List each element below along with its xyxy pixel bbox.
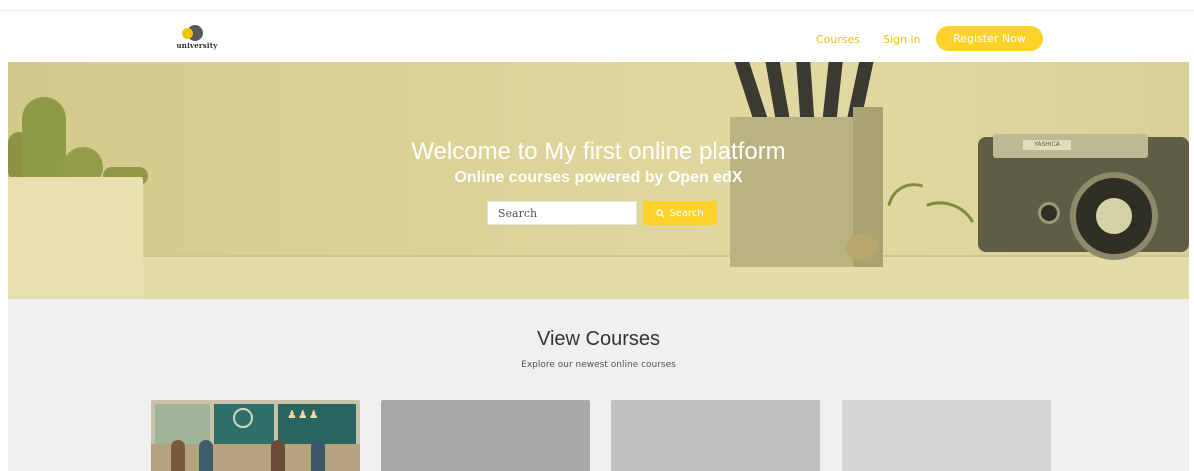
- search-icon: [656, 208, 665, 218]
- course-card[interactable]: [611, 400, 820, 471]
- logo-wordmark: university: [176, 41, 218, 50]
- hero-shelf: [8, 257, 1189, 299]
- course-thumbnail-art: [155, 404, 210, 444]
- search-button[interactable]: Search: [643, 201, 717, 225]
- nav-signin-link[interactable]: Sign in: [883, 33, 921, 46]
- site-logo[interactable]: university: [171, 22, 223, 54]
- search-input[interactable]: Search: [487, 201, 637, 225]
- hero-subtitle: Online courses powered by Open edX: [454, 169, 743, 186]
- camera-lens-decoration: [1090, 192, 1138, 240]
- course-card[interactable]: [842, 400, 1051, 471]
- plant-pot-decoration: [8, 177, 143, 299]
- hero-title: Welcome to My first online platform: [411, 138, 786, 165]
- course-card[interactable]: [381, 400, 590, 471]
- register-now-button[interactable]: Register Now: [936, 26, 1043, 51]
- search-button-label: Search: [669, 207, 704, 219]
- people-icon: ♟♟♟: [287, 408, 320, 421]
- logo-mark-yellow: [182, 28, 193, 39]
- person-figure: [311, 440, 325, 471]
- search-input-placeholder: Search: [498, 206, 538, 220]
- air-plant-bulb-decoration: [846, 234, 878, 260]
- person-figure: [199, 440, 213, 471]
- clock-icon: [233, 408, 253, 428]
- course-card[interactable]: ♟♟♟: [151, 400, 360, 471]
- person-figure: [171, 440, 185, 471]
- site-header: university Courses Sign in Register Now: [0, 10, 1194, 62]
- courses-section: View Courses Explore our newest online c…: [8, 299, 1189, 471]
- hero-banner: YASHICA Welcome to My first online platf…: [8, 62, 1189, 299]
- courses-title: View Courses: [536, 328, 661, 350]
- person-figure: [271, 440, 285, 471]
- camera-decoration: [1038, 202, 1060, 224]
- nav-courses-link[interactable]: Courses: [816, 33, 860, 46]
- courses-subtitle: Explore our newest online courses: [521, 360, 676, 370]
